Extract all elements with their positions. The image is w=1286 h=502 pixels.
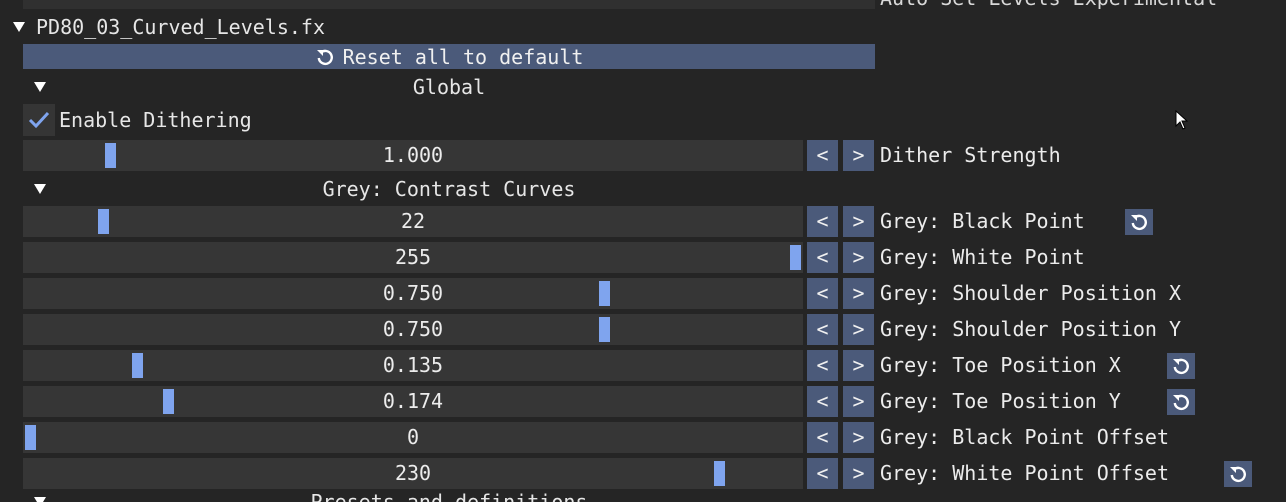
slider-grey-shoulder-position-y[interactable]: 0.750 (23, 314, 803, 345)
effect-header[interactable]: PD80_03_Curved_Levels.fx (13, 14, 325, 40)
param-label: Grey: White Point (880, 245, 1085, 269)
enable-dithering-checkbox[interactable] (23, 104, 55, 136)
reset-param-button[interactable] (1167, 353, 1195, 379)
section-grey-contrast-curves[interactable]: Grey: Contrast Curves (23, 175, 875, 203)
increment-button[interactable]: > (843, 314, 874, 345)
slider-grey-white-point-offset[interactable]: 230 (23, 458, 803, 489)
collapse-arrow-icon (34, 82, 46, 92)
increment-button[interactable]: > (843, 242, 874, 273)
decrement-button[interactable]: < (807, 458, 838, 489)
increment-button[interactable]: > (843, 350, 874, 381)
slider-value: 255 (394, 245, 432, 269)
slider-value: 0 (406, 425, 420, 449)
reset-param-button[interactable] (1167, 389, 1195, 415)
increment-button[interactable]: > (843, 458, 874, 489)
reset-icon (1173, 358, 1189, 375)
reset-all-button[interactable]: Reset all to default (23, 44, 875, 69)
slider-value: 0.135 (382, 353, 444, 377)
slider-value: 22 (400, 209, 426, 233)
increment-button[interactable]: > (843, 422, 874, 453)
slider-grey-white-point[interactable]: 255 (23, 242, 803, 273)
reset-icon (1131, 214, 1147, 231)
increment-button[interactable]: > (843, 386, 874, 417)
slider-dither-strength[interactable]: 1.000 (23, 140, 803, 171)
slider-grey-toe-position-x[interactable]: 0.135 (23, 350, 803, 381)
slider-value: 0.750 (382, 317, 444, 341)
increment-button[interactable]: > (843, 278, 874, 309)
reshade-effect-panel: Auto_Set_Levels_Experimental PD80_03_Cur… (0, 0, 1286, 502)
decrement-button[interactable]: < (807, 350, 838, 381)
param-label: Dither Strength (880, 143, 1061, 167)
increment-button[interactable]: > (843, 140, 874, 171)
param-label: Grey: Black Point Offset (880, 425, 1169, 449)
reset-all-label: Reset all to default (342, 44, 584, 69)
section-global[interactable]: Global (23, 73, 875, 101)
slider-grey-toe-position-y[interactable]: 0.174 (23, 386, 803, 417)
enable-dithering-row[interactable]: Enable Dithering (23, 104, 252, 136)
slider-grey-shoulder-position-x[interactable]: 0.750 (23, 278, 803, 309)
mouse-cursor-icon (1175, 110, 1189, 130)
slider-value: 1.000 (382, 143, 444, 167)
decrement-button[interactable]: < (807, 140, 838, 171)
checkmark-icon (28, 111, 50, 129)
param-label: Grey: Shoulder Position X (880, 281, 1182, 305)
reset-param-button[interactable] (1125, 209, 1153, 235)
param-label: Grey: Shoulder Position Y (880, 317, 1182, 341)
decrement-button[interactable]: < (807, 422, 838, 453)
section-title: Grey: Contrast Curves (322, 177, 576, 201)
slider-value: 230 (394, 461, 432, 485)
reset-icon (1173, 394, 1189, 411)
section-title: Presets and definitions (23, 491, 875, 502)
reset-icon (1230, 466, 1246, 483)
slider-grey-black-point-offset[interactable]: 0 (23, 422, 803, 453)
section-title: Global (412, 75, 486, 99)
slider-value: 0.174 (382, 389, 444, 413)
increment-button[interactable]: > (843, 206, 874, 237)
decrement-button[interactable]: < (807, 206, 838, 237)
previous-item-label: Auto_Set_Levels_Experimental (880, 0, 1286, 9)
param-label: Grey: Black Point (880, 209, 1085, 233)
effect-title: PD80_03_Curved_Levels.fx (36, 15, 325, 39)
param-label: Grey: Toe Position X (880, 353, 1121, 377)
slider-grey-black-point[interactable]: 22 (23, 206, 803, 237)
param-label: Grey: Toe Position Y (880, 389, 1121, 413)
decrement-button[interactable]: < (807, 314, 838, 345)
collapse-arrow-icon (13, 22, 25, 32)
decrement-button[interactable]: < (807, 386, 838, 417)
enable-dithering-label: Enable Dithering (59, 108, 252, 132)
reset-param-button[interactable] (1224, 461, 1252, 487)
section-presets-partial[interactable]: Presets and definitions (23, 491, 875, 502)
decrement-button[interactable]: < (807, 242, 838, 273)
reset-icon (316, 49, 333, 65)
param-label: Grey: White Point Offset (880, 461, 1169, 485)
decrement-button[interactable]: < (807, 278, 838, 309)
previous-item-frame (23, 0, 875, 9)
collapse-arrow-icon (34, 184, 46, 194)
slider-value: 0.750 (382, 281, 444, 305)
